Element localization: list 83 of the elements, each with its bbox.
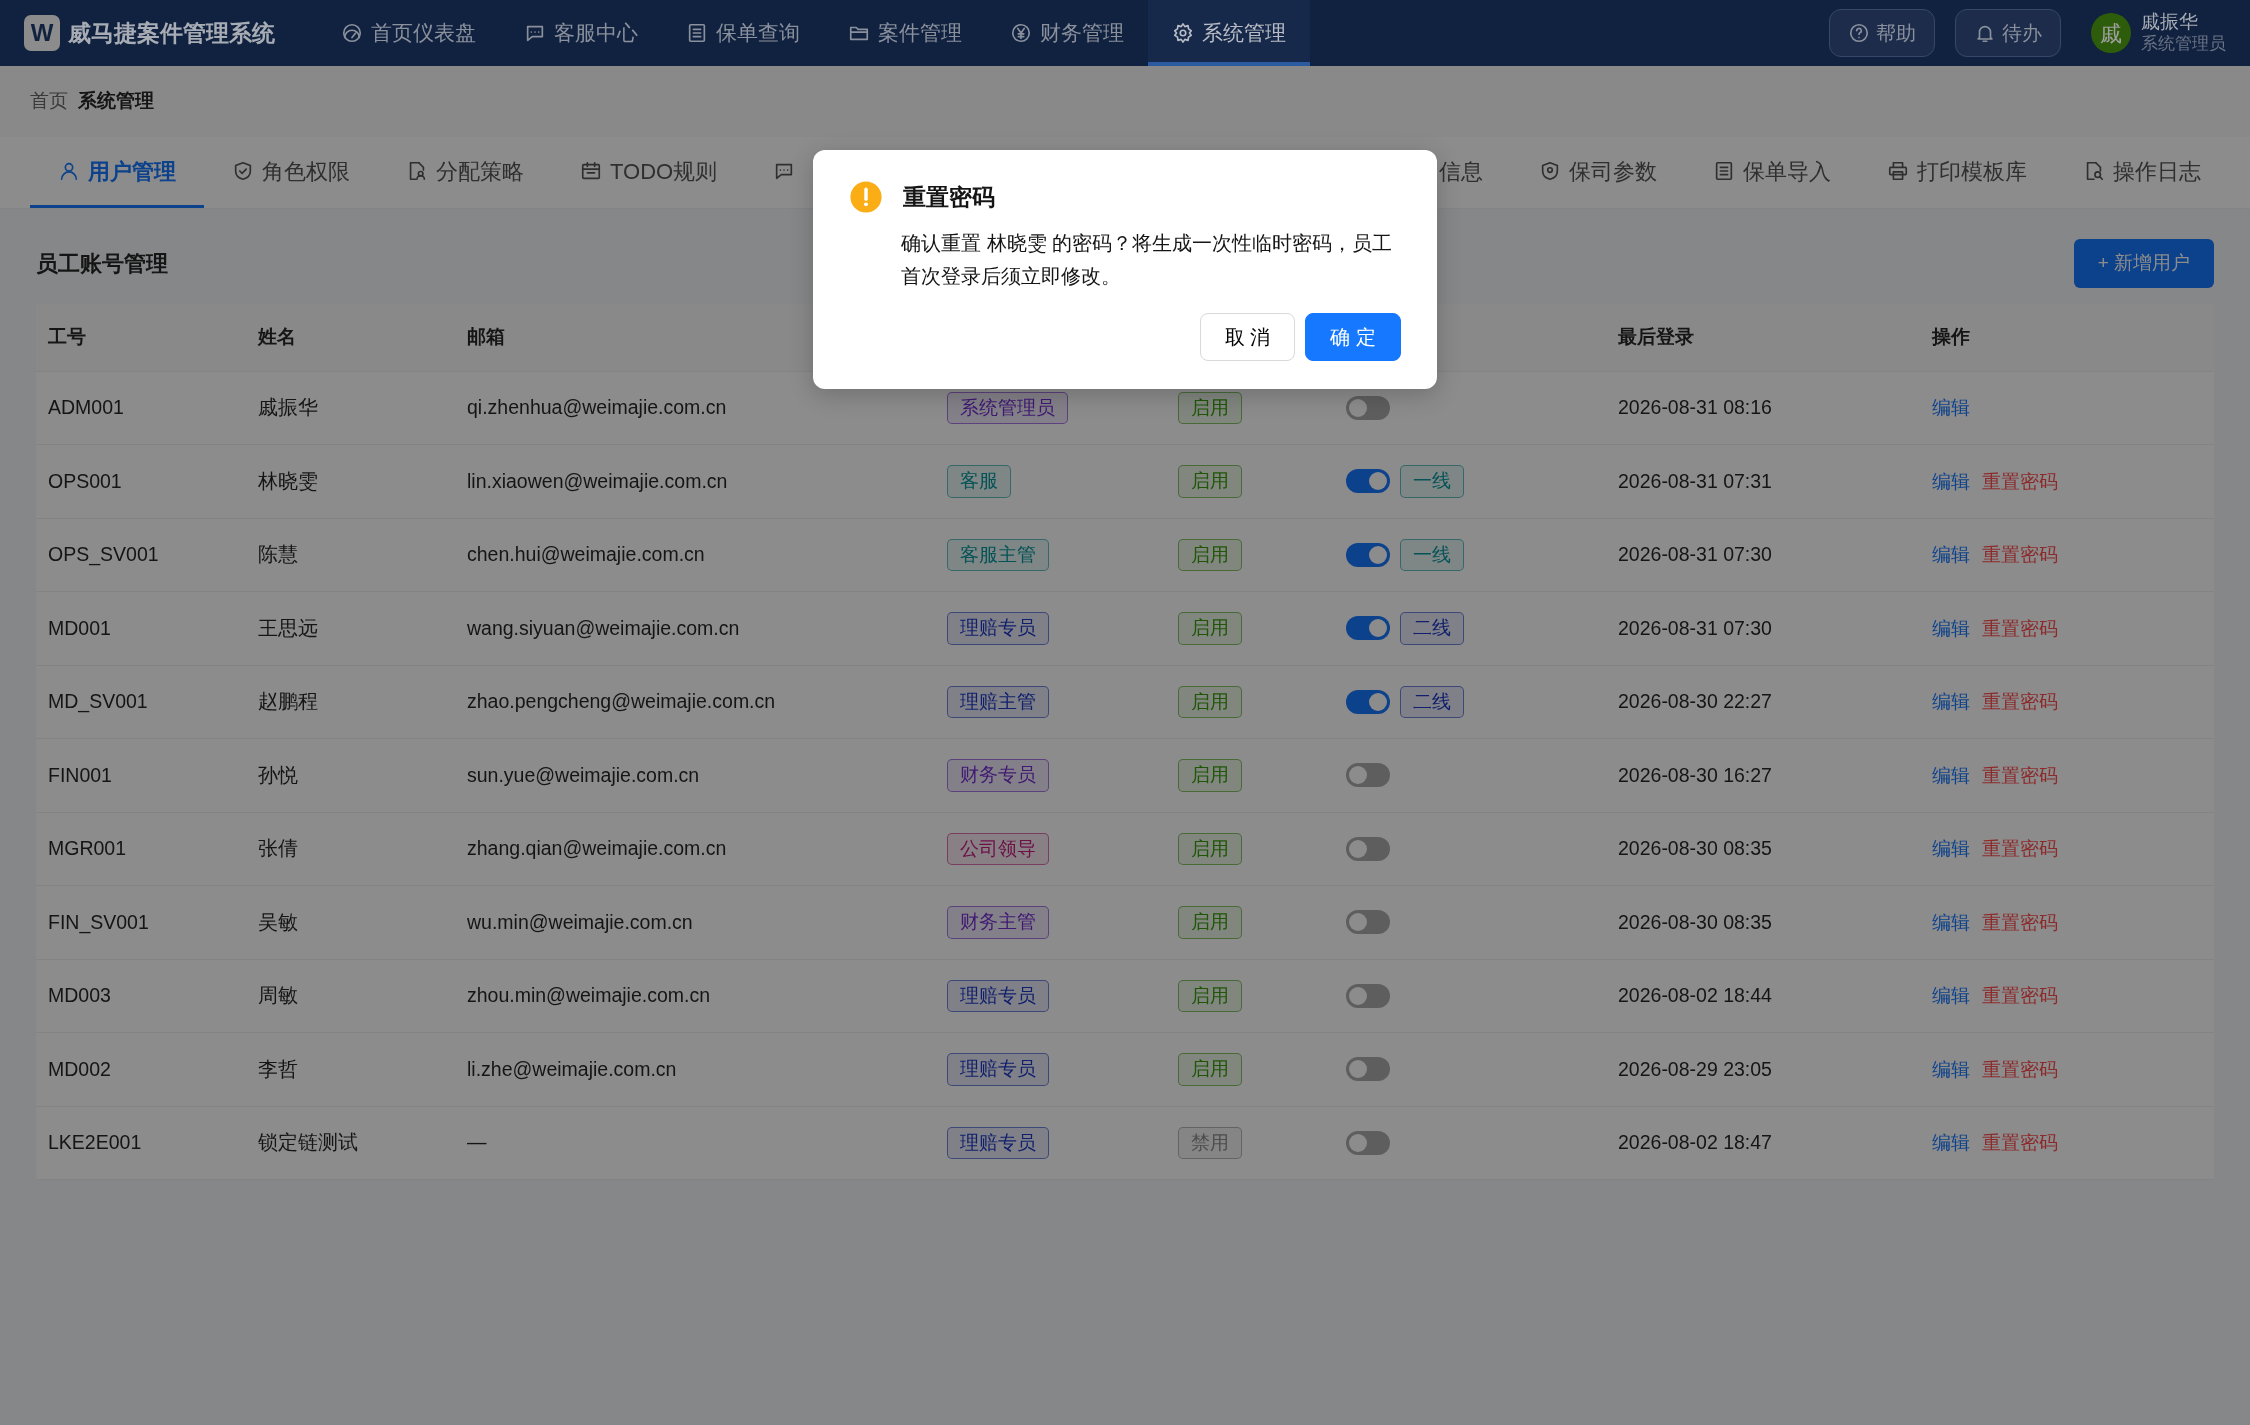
line-tag: 一线: [1400, 465, 1464, 498]
column-header: 操作: [1932, 324, 1971, 349]
table-cell-text: MD_SV001: [48, 689, 149, 715]
role-tag: 系统管理员: [947, 391, 1068, 424]
table-cell-text: 2026-08-31 08:16: [1618, 395, 1773, 421]
role-tag: 客服主管: [947, 538, 1049, 571]
table-cell-text: LKE2E001: [48, 1130, 143, 1156]
status-tag: 启用: [1178, 391, 1242, 424]
table-cell-text: 2026-08-29 23:05: [1618, 1056, 1773, 1082]
table-cell-text: 赵鹏程: [258, 689, 319, 715]
line-tag: 二线: [1400, 685, 1464, 718]
table-cell-text: 2026-08-02 18:47: [1618, 1130, 1773, 1156]
table-cell-text: zhao.pengcheng@weimajie.com.cn: [467, 689, 777, 715]
table-cell-text: MD003: [48, 983, 112, 1009]
column-header: 最后登录: [1618, 324, 1695, 349]
section-title: 员工账号管理: [36, 249, 168, 278]
line-tag: 二线: [1400, 612, 1464, 645]
table-cell-text: FIN001: [48, 762, 113, 788]
table-cell-text: 张倩: [258, 836, 299, 862]
column-header: 邮箱: [467, 324, 506, 349]
table-cell-text: 2026-08-30 08:35: [1618, 836, 1773, 862]
table-cell-text: OPS001: [48, 468, 123, 494]
table-cell-text: OPS_SV001: [48, 542, 160, 568]
table-cell-text: qi.zhenhua@weimajie.com.cn: [467, 395, 728, 421]
status-tag: 禁用: [1178, 1126, 1242, 1159]
status-tag: 启用: [1178, 465, 1242, 498]
table-cell-text: 李哲: [258, 1056, 299, 1082]
role-tag: 客服: [947, 465, 1011, 498]
role-tag: 理赔主管: [947, 685, 1049, 718]
table-cell-text: —: [467, 1130, 488, 1156]
table-cell-text: 周敏: [258, 983, 299, 1009]
table-cell-text: 吴敏: [258, 909, 299, 935]
table-cell-text: zhou.min@weimajie.com.cn: [467, 983, 712, 1009]
role-tag: 公司领导: [947, 832, 1049, 865]
status-tag: 启用: [1178, 979, 1242, 1012]
role-tag: 财务主管: [947, 906, 1049, 939]
table-cell-text: 2026-08-31 07:30: [1618, 615, 1773, 641]
status-tag: 启用: [1178, 612, 1242, 645]
role-tag: 财务专员: [947, 759, 1049, 792]
status-tag: 启用: [1178, 685, 1242, 718]
table-cell-text: lin.xiaowen@weimajie.com.cn: [467, 468, 729, 494]
table-cell-text: 2026-08-31 07:31: [1618, 468, 1773, 494]
status-tag: 启用: [1178, 832, 1242, 865]
table-cell-text: MGR001: [48, 836, 128, 862]
table-cell-text: chen.hui@weimajie.com.cn: [467, 542, 706, 568]
table-cell-text: li.zhe@weimajie.com.cn: [467, 1056, 678, 1082]
table-cell-text: wang.siyuan@weimajie.com.cn: [467, 615, 741, 641]
column-header: 姓名: [258, 324, 297, 349]
role-tag: 理赔专员: [947, 979, 1049, 1012]
status-tag: 启用: [1178, 1053, 1242, 1086]
app-title: 威马捷案件管理系统: [68, 18, 275, 48]
table-cell-text: 2026-08-31 07:30: [1618, 542, 1773, 568]
table-cell-text: FIN_SV001: [48, 909, 150, 936]
column-header: 工号: [48, 324, 87, 349]
status-tag: 启用: [1178, 538, 1242, 571]
table-cell-text: 孙悦: [258, 762, 299, 788]
table-cell-text: ADM001: [48, 395, 125, 421]
table-cell-text: 王思远: [258, 615, 319, 641]
breadcrumb-item: 系统管理: [78, 89, 154, 114]
table-cell-text: sun.yue@weimajie.com.cn: [467, 762, 701, 788]
status-tag: 启用: [1178, 759, 1242, 792]
role-tag: 理赔专员: [947, 1126, 1049, 1159]
table-cell-text: 2026-08-02 18:44: [1618, 983, 1773, 1009]
line-tag: 一线: [1400, 538, 1464, 571]
table-cell-text: 2026-08-30 16:27: [1618, 762, 1773, 788]
table-cell-text: wu.min@weimajie.com.cn: [467, 909, 694, 935]
dialog-title: 重置密码: [903, 183, 995, 212]
table-cell-text: 戚振华: [258, 395, 319, 421]
table-cell-text: 陈慧: [258, 542, 299, 568]
role-tag: 理赔专员: [947, 1053, 1049, 1086]
table-cell-text: MD002: [48, 1056, 112, 1082]
status-tag: 启用: [1178, 906, 1242, 939]
table-cell-text: MD001: [48, 615, 112, 641]
user-role: 系统管理员: [2141, 34, 2226, 55]
table-cell-text: 锁定链测试: [258, 1130, 359, 1156]
dialog-message: 确认重置 林晓雯 的密码？将生成一次性临时密码，员工首次登录后须立即修改。: [900, 230, 1394, 289]
table-cell-text: 2026-08-30 08:35: [1618, 909, 1773, 935]
logo-icon: W: [24, 15, 60, 51]
table-cell-text: 2026-08-30 22:27: [1618, 689, 1773, 715]
user-name: 戚振华: [2141, 11, 2199, 34]
table-cell-text: 林晓雯: [258, 468, 319, 494]
table-cell-text: zhang.qian@weimajie.com.cn: [467, 836, 728, 862]
role-tag: 理赔专员: [947, 612, 1049, 645]
